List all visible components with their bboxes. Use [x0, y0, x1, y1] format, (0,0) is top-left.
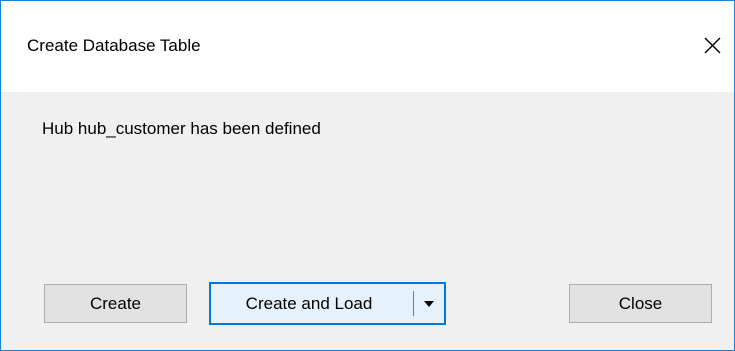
title-bar: Create Database Table: [1, 1, 734, 92]
create-and-load-button[interactable]: Create and Load: [211, 284, 413, 323]
create-database-table-dialog: Create Database Table Hub hub_customer h…: [0, 0, 735, 351]
status-message: Hub hub_customer has been defined: [42, 119, 321, 138]
create-button[interactable]: Create: [44, 284, 187, 323]
close-icon: [704, 37, 720, 53]
create-and-load-dropdown[interactable]: [414, 284, 444, 323]
dropdown-arrow-icon: [424, 300, 434, 307]
window-title: Create Database Table: [27, 36, 201, 55]
close-window-button[interactable]: [690, 25, 734, 65]
create-and-load-split-button[interactable]: Create and Load: [209, 282, 446, 325]
close-button[interactable]: Close: [569, 284, 712, 323]
